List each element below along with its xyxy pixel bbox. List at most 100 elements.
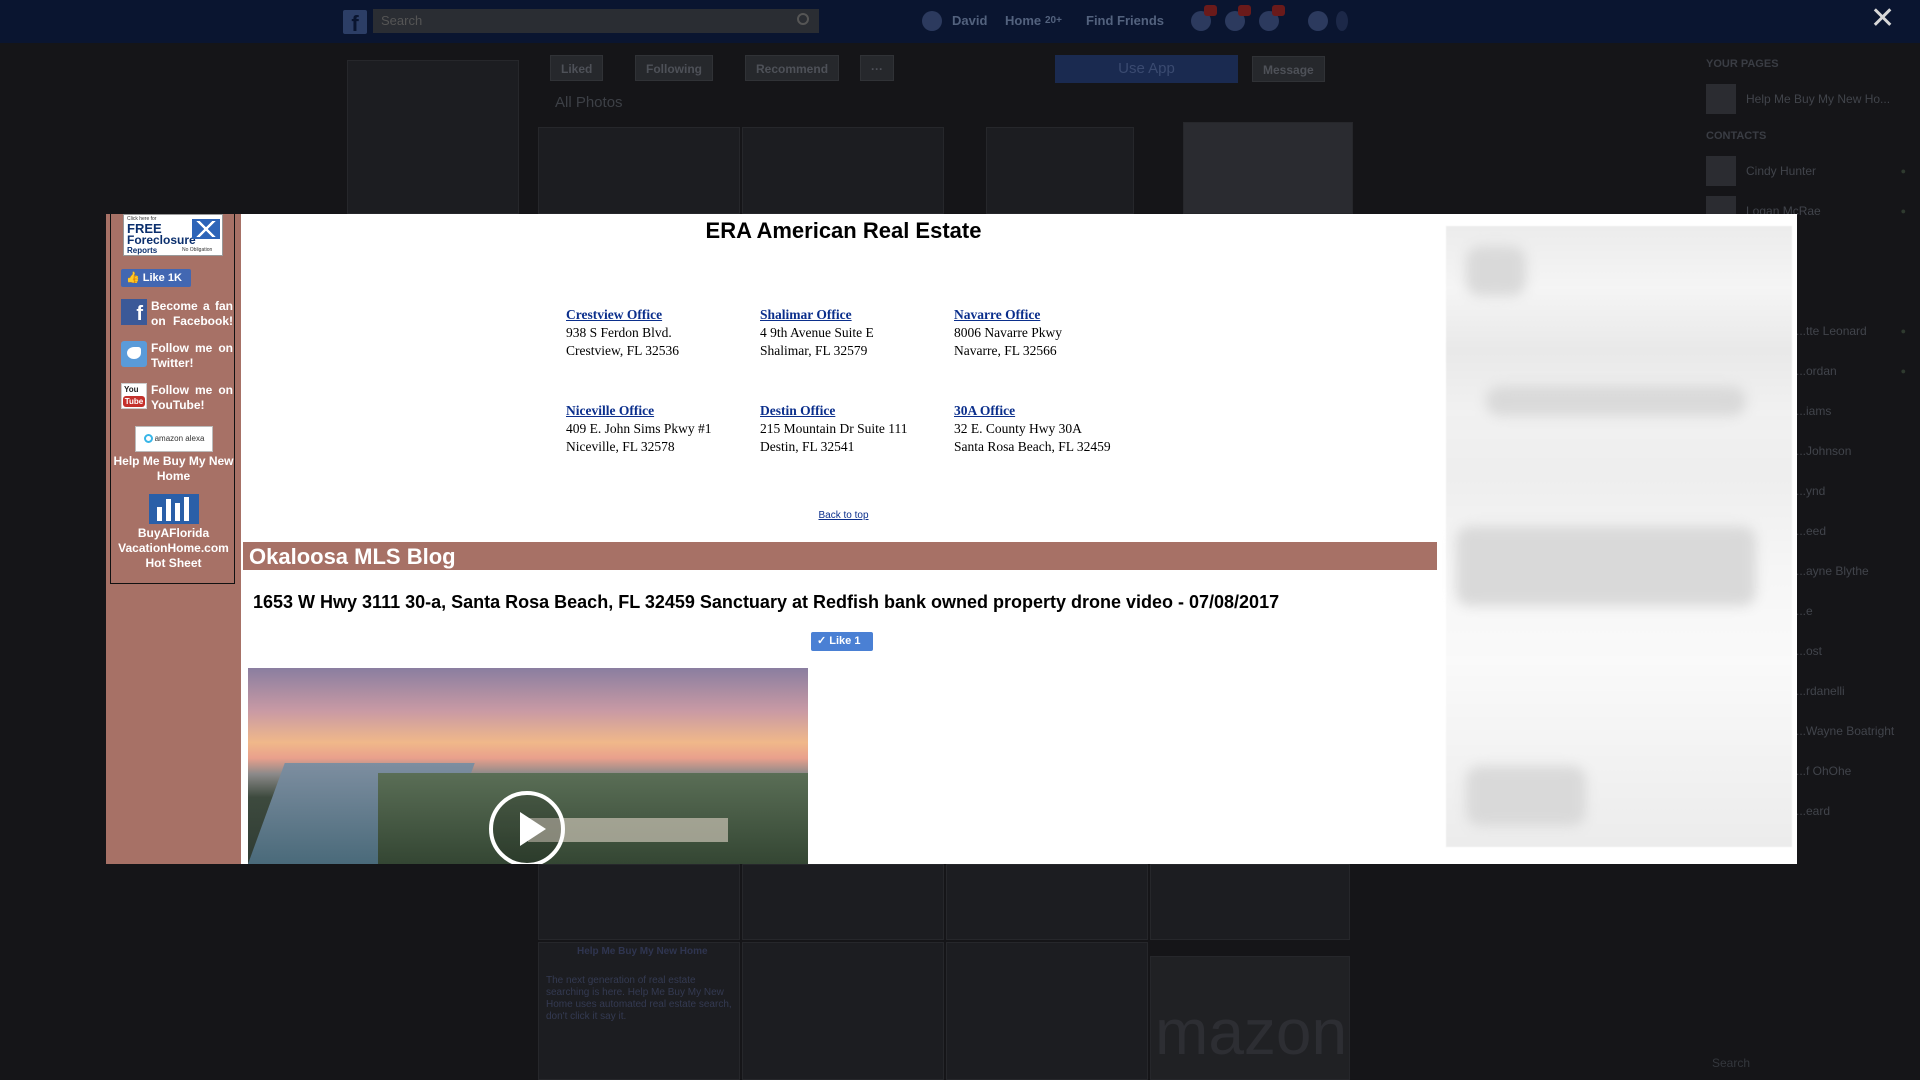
play-icon[interactable]	[489, 791, 565, 864]
chevron-down-icon[interactable]	[1336, 11, 1348, 31]
office-link[interactable]: Shalimar Office	[760, 306, 960, 324]
facebook-top-bar: f Search David Home 20+ Find Friends	[0, 0, 1920, 43]
photo-thumbnail[interactable]	[538, 127, 740, 214]
like-count-label: Like 1K	[142, 272, 182, 284]
youtube-icon-bottom-text: Tube	[123, 396, 145, 407]
back-to-top-link[interactable]: Back to top	[243, 510, 1444, 521]
photo-thumbnail[interactable]	[538, 864, 740, 940]
facebook-like-button[interactable]: 👍 Like 1K	[121, 269, 191, 287]
blog-content: ERA American Real Estate Crestview Offic…	[243, 214, 1444, 864]
recommend-button[interactable]: Recommend	[745, 55, 840, 81]
friend-requests-badge	[1204, 5, 1217, 16]
close-icon[interactable]: ✕	[1870, 4, 1895, 34]
hot-sheet-link[interactable]: BuyAFlorida VacationHome.com Hot Sheet	[111, 526, 236, 571]
office-city: Destin, FL 32541	[760, 439, 855, 454]
office-card: Crestview Office 938 S Ferdon Blvd. Cres…	[566, 306, 766, 360]
help-icon[interactable]	[1308, 11, 1328, 31]
photo-thumbnail[interactable]	[742, 864, 944, 940]
photo-thumbnail[interactable]	[742, 942, 944, 1080]
office-link[interactable]: Niceville Office	[566, 402, 766, 420]
messages-badge	[1238, 5, 1251, 16]
contacts-heading: CONTACTS	[1706, 130, 1767, 142]
contact-name: ...Wayne Boatright	[1796, 724, 1895, 738]
use-app-button[interactable]: Use App	[1055, 55, 1238, 83]
office-link[interactable]: Crestview Office	[566, 306, 766, 324]
photo-thumbnail[interactable]	[946, 864, 1148, 940]
avatar[interactable]	[922, 11, 942, 31]
envelope-icon	[192, 219, 220, 239]
twitter-follow-link[interactable]: Follow me on Twitter!	[121, 339, 236, 371]
blurred-content	[1486, 386, 1746, 416]
contact-name: ...iams	[1796, 404, 1832, 418]
drone-video-player[interactable]	[248, 668, 808, 864]
office-address: 215 Mountain Dr Suite 111	[760, 421, 908, 436]
alexa-ring-icon	[143, 434, 153, 444]
online-status-icon: ●	[1900, 166, 1906, 176]
nav-home[interactable]: Home	[1005, 13, 1041, 28]
office-city: Santa Rosa Beach, FL 32459	[954, 439, 1111, 454]
your-page-item[interactable]: Help Me Buy My New Ho...	[1706, 84, 1906, 114]
twitter-icon	[121, 341, 147, 367]
contact-item[interactable]: Cindy Hunter ●	[1706, 156, 1906, 186]
office-address: 4 9th Avenue Suite E	[760, 325, 874, 340]
office-address: 32 E. County Hwy 30A	[954, 421, 1082, 436]
chat-search-input[interactable]: Search	[1712, 1056, 1750, 1070]
office-address: 8006 Navarre Pkwy	[954, 325, 1062, 340]
your-pages-heading: YOUR PAGES	[1706, 58, 1779, 70]
office-city: Shalimar, FL 32579	[760, 343, 868, 358]
free-foreclosure-reports-banner[interactable]: Click here for FREE Foreclosure Reports …	[123, 214, 223, 256]
contact-name: ...rdanelli	[1796, 684, 1845, 698]
notifications-badge	[1272, 5, 1285, 16]
facebook-fan-link[interactable]: f Become a fan on Facebook!	[121, 297, 236, 329]
alexa-badge-label: amazon alexa	[154, 434, 205, 443]
office-city: Navarre, FL 32566	[954, 343, 1057, 358]
youtube-icon: You Tube	[121, 383, 147, 409]
avatar	[1706, 156, 1736, 186]
contact-name: ...tte Leonard	[1796, 324, 1867, 338]
alexa-caption-link[interactable]: Help Me Buy My New Home	[111, 454, 236, 484]
post-title: 1653 W Hwy 3111 30-a, Santa Rosa Beach, …	[253, 592, 1280, 612]
nav-find-friends[interactable]: Find Friends	[1086, 13, 1164, 28]
photo-thumbnail[interactable]	[742, 127, 944, 214]
post-author: Help Me Buy My New Home	[577, 946, 708, 957]
all-photos-heading: All Photos	[555, 94, 623, 111]
hot-sheet-icon[interactable]	[149, 494, 199, 524]
youtube-follow-link[interactable]: You Tube Follow me on YouTube!	[121, 381, 236, 413]
photo-thumbnail[interactable]	[1183, 122, 1353, 214]
office-link[interactable]: Navarre Office	[954, 306, 1154, 324]
nav-user[interactable]: David	[952, 13, 987, 28]
lightbox-modal: Click here for FREE Foreclosure Reports …	[106, 214, 1797, 864]
office-link[interactable]: Destin Office	[760, 402, 960, 420]
twitter-follow-text: Follow me on Twitter!	[151, 341, 233, 370]
photo-thumbnail[interactable]	[1150, 864, 1350, 940]
blurred-side-panel	[1446, 226, 1792, 847]
more-button[interactable]: ···	[860, 55, 894, 81]
office-link[interactable]: 30A Office	[954, 402, 1154, 420]
photo-thumbnail[interactable]	[986, 127, 1134, 214]
contact-name: ...f OhOhe	[1796, 764, 1852, 778]
contact-name: ...ayne Blythe	[1796, 564, 1869, 578]
contact-name: Cindy Hunter	[1746, 164, 1817, 178]
online-status-icon: ●	[1900, 326, 1906, 336]
contact-name: ...ordan	[1796, 364, 1837, 378]
banner-foreclosure-text: Foreclosure	[127, 233, 196, 247]
office-card: Destin Office 215 Mountain Dr Suite 111 …	[760, 402, 960, 456]
facebook-logo-icon: f	[343, 10, 367, 36]
following-button[interactable]: Following	[635, 55, 713, 81]
thumbs-up-icon: 👍	[126, 272, 140, 284]
liked-button[interactable]: Liked	[550, 55, 604, 81]
amazon-alexa-badge[interactable]: amazon alexa	[135, 426, 213, 452]
post-like-button[interactable]: ✓ Like 1	[811, 632, 873, 651]
office-card: 30A Office 32 E. County Hwy 30A Santa Ro…	[954, 402, 1154, 456]
blurred-content	[1466, 246, 1526, 296]
contact-name: ...e	[1796, 604, 1813, 618]
photo-thumbnail[interactable]	[946, 942, 1148, 1080]
facebook-search-input[interactable]: Search	[373, 9, 819, 33]
nav-home-count: 20+	[1045, 15, 1062, 26]
contact-name: ...Johnson	[1796, 444, 1852, 458]
youtube-icon-top-text: You	[124, 385, 139, 394]
contact-name: ...eed	[1796, 524, 1827, 538]
sidebar-widget-box: Click here for FREE Foreclosure Reports …	[110, 214, 235, 584]
cover-photo[interactable]	[347, 60, 519, 214]
message-button[interactable]: Message	[1252, 56, 1325, 82]
